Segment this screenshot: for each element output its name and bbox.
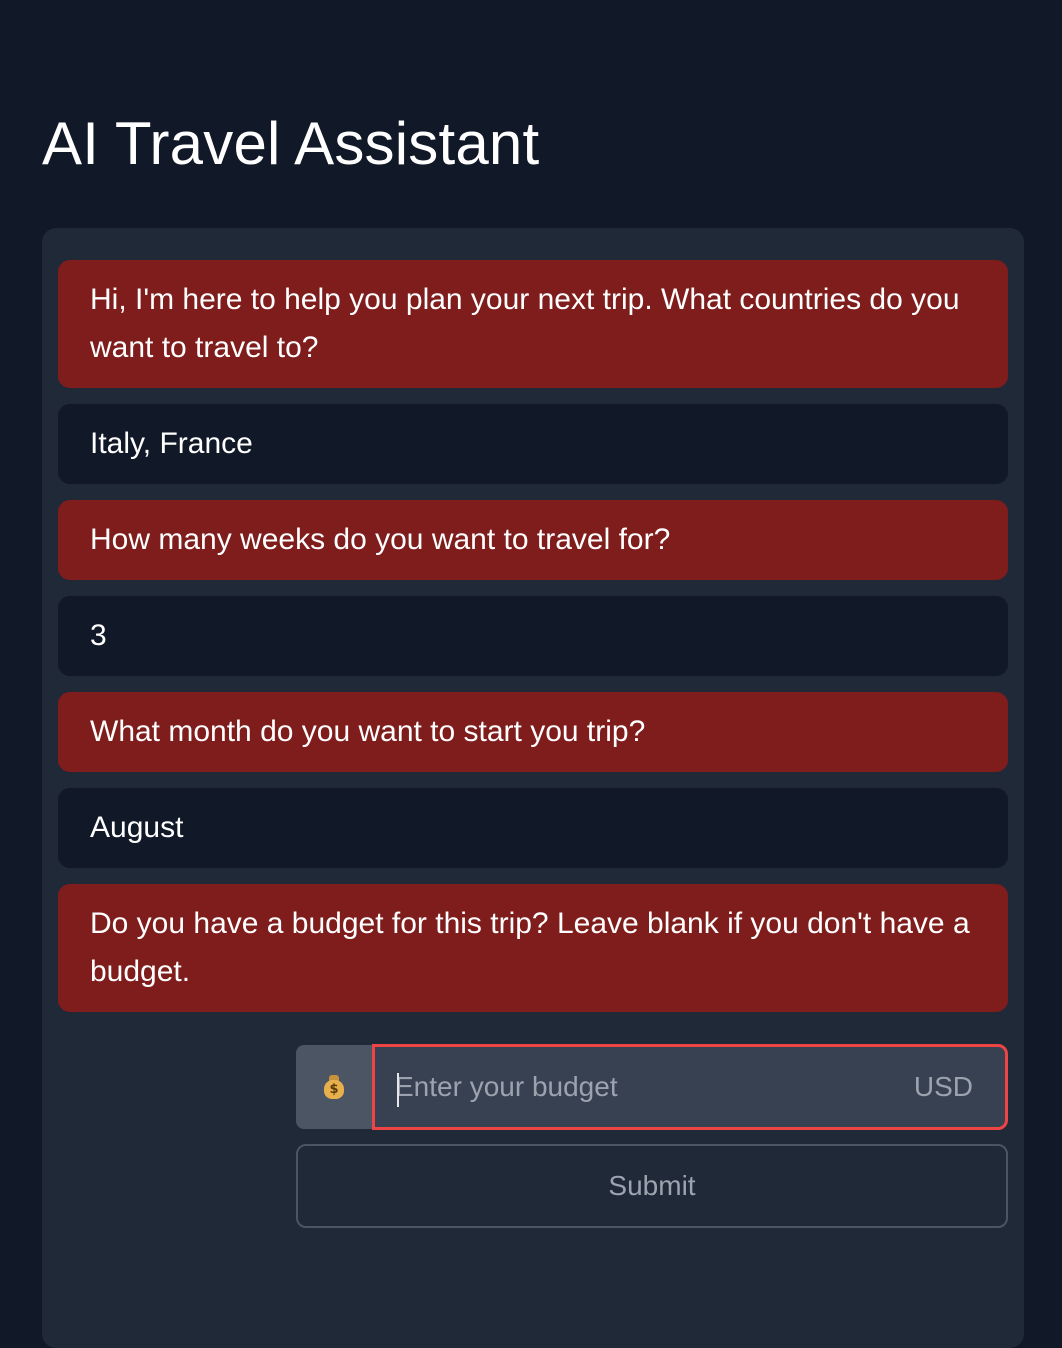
chat-panel: Hi, I'm here to help you plan your next … [42, 228, 1024, 1348]
budget-input-wrapper[interactable]: USD [372, 1044, 1008, 1130]
currency-label: USD [913, 1071, 973, 1102]
assistant-message: Hi, I'm here to help you plan your next … [58, 260, 1008, 388]
user-message: Italy, France [58, 404, 1008, 484]
page-title: AI Travel Assistant [42, 110, 540, 177]
text-cursor [397, 1073, 399, 1107]
budget-input-group: $ USD [296, 1044, 1008, 1130]
assistant-message: Do you have a budget for this trip? Leav… [58, 884, 1008, 1012]
user-message: August [58, 788, 1008, 868]
assistant-message: How many weeks do you want to travel for… [58, 500, 1008, 580]
user-message: 3 [58, 596, 1008, 676]
submit-button[interactable]: Submit [296, 1144, 1008, 1228]
assistant-message: What month do you want to start you trip… [58, 692, 1008, 772]
money-bag-icon: $ [324, 1075, 344, 1099]
budget-prefix: $ [296, 1045, 372, 1129]
budget-input[interactable] [375, 1047, 914, 1127]
